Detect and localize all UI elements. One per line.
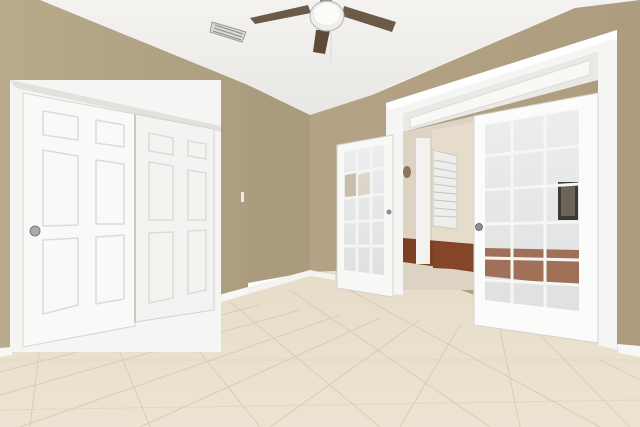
light-switch	[241, 192, 244, 202]
closet-door-left	[22, 92, 136, 348]
closet-bifold-doors	[22, 92, 215, 348]
french-door-right	[473, 92, 599, 344]
room-photo	[0, 0, 640, 427]
closet-door-knob	[29, 225, 41, 237]
next-room-view	[403, 116, 474, 290]
room-illustration	[0, 0, 640, 427]
back-wall-left	[248, 85, 310, 283]
french-door-left	[336, 134, 394, 298]
